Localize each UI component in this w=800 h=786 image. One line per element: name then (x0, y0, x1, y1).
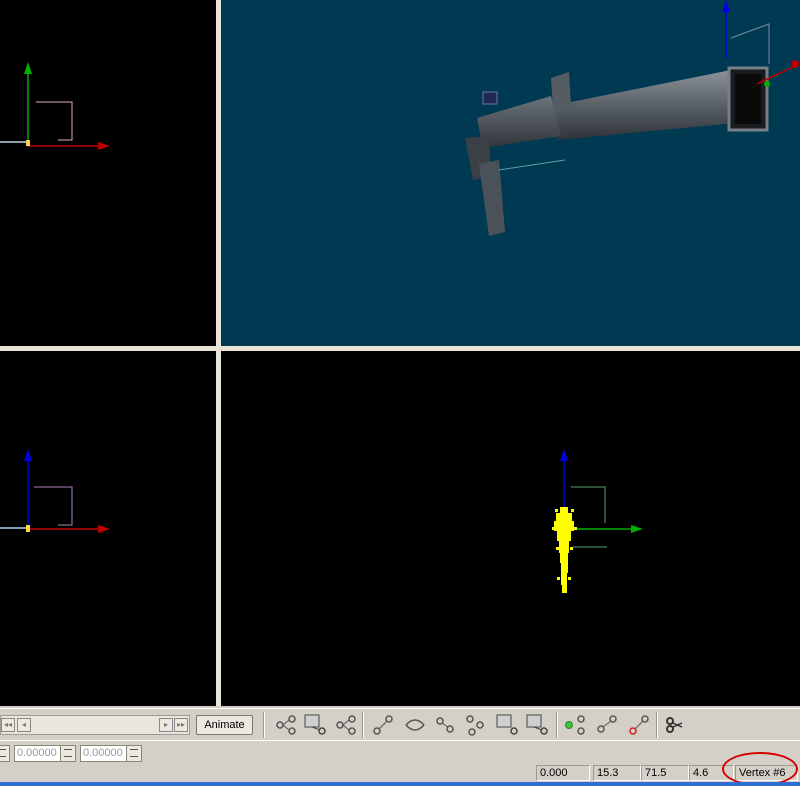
select-bone-icon[interactable] (302, 713, 328, 737)
spinner-arrows[interactable] (126, 746, 141, 761)
toolbar-separator (263, 712, 265, 738)
viewport-top-left[interactable] (0, 0, 216, 346)
split-icon[interactable] (662, 713, 688, 737)
paint-weight-icon[interactable] (626, 713, 652, 737)
rewind-icon[interactable]: ◂◂ (1, 718, 15, 732)
toolbar-separator (362, 712, 364, 738)
gun-model (465, 0, 800, 236)
step-back-icon[interactable]: ◂ (17, 718, 31, 732)
fast-forward-icon[interactable]: ▸▸ (174, 718, 188, 732)
status-bar: 0.000 15.3 71.5 4.6 Vertex #6 (0, 764, 800, 782)
spin-field-2[interactable]: 0.00000 (80, 745, 142, 762)
spin-field-1[interactable]: 0.00000 (14, 745, 76, 762)
status-field-3: 71.5 (641, 765, 689, 781)
spinner-arrows[interactable] (60, 746, 75, 761)
viewport-splitter-vertical[interactable] (216, 0, 221, 706)
unassign-vertex-icon[interactable] (594, 713, 620, 737)
taskbar-strip (0, 782, 800, 786)
unlink-vertex-icon[interactable] (462, 713, 488, 737)
bone-icon[interactable] (272, 713, 298, 737)
viewport-perspective[interactable] (221, 0, 800, 346)
toolbar-separator (656, 712, 658, 738)
spin-field-partial[interactable] (0, 745, 10, 762)
rotate-joint-icon[interactable] (402, 713, 428, 737)
animate-button[interactable]: Animate (196, 715, 253, 735)
move-joint-icon[interactable] (370, 713, 396, 737)
viewport-splitter-horizontal[interactable] (0, 346, 800, 351)
spin-field-2-value: 0.00000 (83, 747, 123, 759)
status-field-2: 15.3 (593, 765, 641, 781)
axis-gizmo-bottom-left (0, 449, 110, 533)
bottom-toolbar: ◂◂ ◂ ▸ ▸▸ Animate (0, 708, 800, 740)
select-joint-icon[interactable] (524, 713, 550, 737)
select-vertex-icon[interactable] (494, 713, 520, 737)
axis-gizmo-top-left (0, 62, 110, 150)
viewport-front[interactable] (221, 351, 800, 706)
transform-inputs: 0.00000 0.00000 (0, 740, 800, 764)
status-field-1: 0.000 (536, 765, 590, 781)
assign-vertex-icon[interactable] (562, 713, 588, 737)
animation-timeline[interactable]: ◂◂ ◂ ▸ ▸▸ (0, 715, 190, 735)
modeler-window: ◂◂ ◂ ▸ ▸▸ Animate 0.00000 0.00000 0.000 … (0, 0, 800, 786)
step-forward-icon[interactable]: ▸ (159, 718, 173, 732)
toolbar-separator (556, 712, 558, 738)
spin-field-1-value: 0.00000 (17, 747, 57, 759)
link-vertex-icon[interactable] (432, 713, 458, 737)
viewport-bottom-left[interactable] (0, 351, 216, 706)
front-view-selection (552, 449, 643, 593)
spinner-arrows[interactable] (0, 746, 9, 761)
bone-link-icon[interactable] (332, 713, 358, 737)
highlight-annotation-ring (722, 752, 798, 786)
